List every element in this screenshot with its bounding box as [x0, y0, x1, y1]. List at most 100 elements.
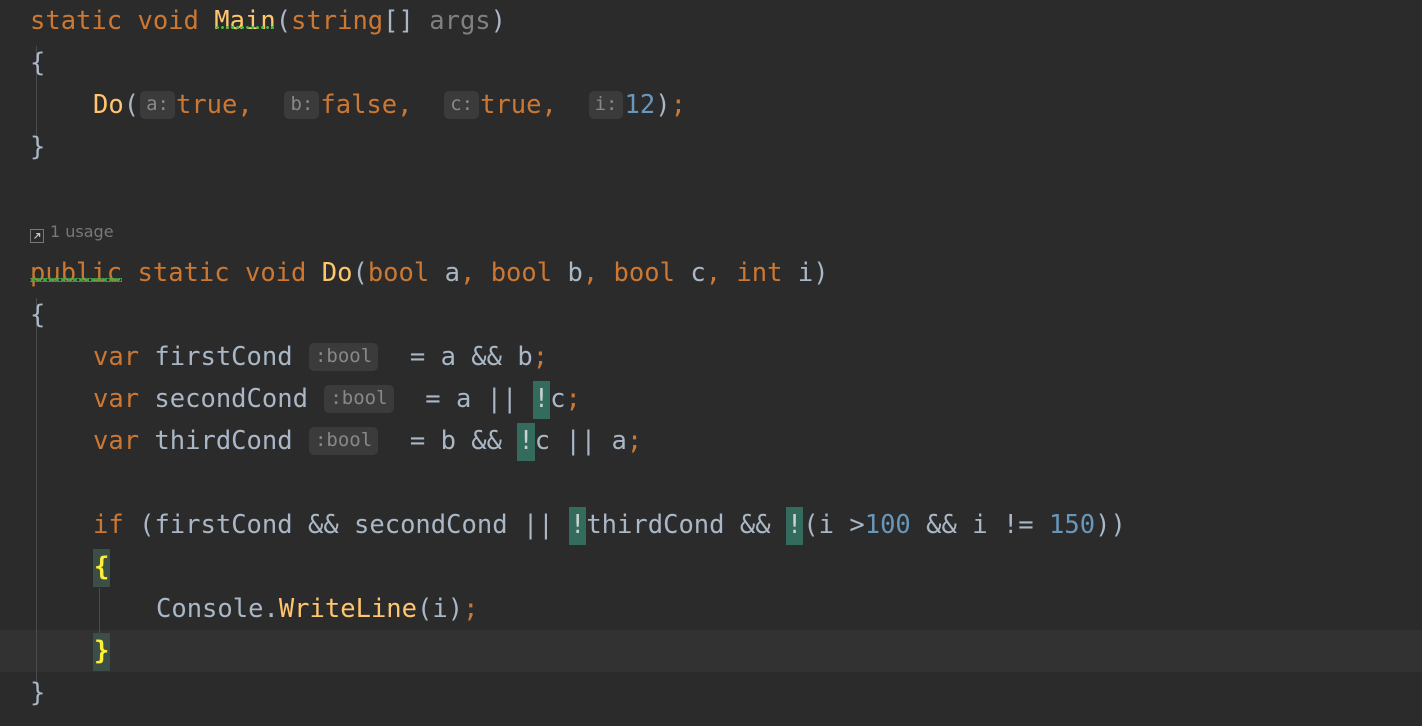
keyword-var: var [93, 384, 140, 414]
expression-firstcond: a && b [440, 342, 533, 372]
keyword-string: string [291, 6, 384, 36]
code-line-8: var firstCond :bool = a && b; [93, 336, 548, 378]
method-name-do: Do [321, 258, 353, 288]
keyword-var: var [93, 342, 140, 372]
param-hint-b[interactable]: b: [284, 91, 320, 119]
code-line-6: public static void Do(bool a, bool b, bo… [30, 252, 829, 294]
paren-open: ( [123, 90, 140, 120]
type-hint-secondcond[interactable]: :bool [324, 385, 394, 413]
code-line-15: } [93, 630, 111, 672]
method-writeline: WriteLine [278, 594, 417, 624]
variable-i: i [818, 510, 834, 540]
negation-operator-highlight: ! [517, 423, 535, 461]
keyword-var: var [93, 426, 140, 456]
assign-operator: = [409, 342, 426, 372]
method-name-main: Main [214, 6, 276, 36]
negation-operator-highlight-2: ! [785, 507, 804, 545]
variable-firstcond: firstCond [154, 342, 293, 372]
param-type-int-i: int [736, 258, 783, 288]
param-type-bool-b: bool [490, 258, 553, 288]
type-hint-firstcond[interactable]: :bool [308, 343, 379, 371]
code-line-3: Do(a: true, b: false, c: true, i: 12); [93, 84, 686, 126]
keyword-void: void [244, 258, 307, 288]
paren-open: ( [275, 6, 292, 36]
expression-lhs: b && [440, 426, 503, 456]
assign-operator: = [409, 426, 426, 456]
semicolon: ; [565, 384, 581, 414]
usage-count-label: 1 usage [50, 222, 114, 241]
and-operator: && [926, 510, 957, 540]
argument-i: i [432, 594, 448, 624]
semicolon: ; [626, 426, 643, 456]
code-line-4: } [30, 126, 45, 168]
keyword-if: if [93, 510, 124, 540]
type-hint-thirdcond[interactable]: :bool [308, 427, 379, 455]
semicolon: ; [463, 594, 479, 624]
literal-false-b: false [320, 90, 398, 120]
paren-open: ( [417, 594, 433, 624]
code-line-16: } [30, 672, 45, 714]
expression-rest: c || a [534, 426, 627, 456]
brace-close: } [30, 678, 46, 708]
comma: , [582, 258, 599, 288]
param-type-bool-a: bool [367, 258, 430, 288]
keyword-static: static [30, 6, 123, 36]
param-name-b: b [567, 258, 583, 288]
literal-true-a: true [175, 90, 238, 120]
literal-100: 100 [864, 510, 911, 540]
code-line-9: var secondCond :bool = a || !c; [93, 378, 581, 420]
expression-lhs: a || [455, 384, 518, 414]
condition-part-1: firstCond && secondCond || [154, 510, 554, 540]
paren-close: ) [490, 6, 507, 36]
keyword-static: static [137, 258, 230, 288]
semicolon: ; [532, 342, 549, 372]
caret-line-highlight [0, 630, 1422, 672]
param-hint-c[interactable]: c: [444, 91, 480, 119]
param-name-a: a [444, 258, 460, 288]
assign-operator: = [425, 384, 441, 414]
paren-open: ( [352, 258, 368, 288]
semicolon: ; [670, 90, 686, 120]
literal-true-c: true [480, 90, 542, 120]
usage-inlay-hint[interactable]: 1 usage [30, 219, 114, 245]
keyword-public: public [30, 258, 123, 288]
param-name-i: i [797, 258, 814, 288]
literal-150: 150 [1049, 510, 1096, 540]
param-hint-a[interactable]: a: [140, 91, 175, 119]
brace-open: { [30, 300, 46, 330]
not-equal-operator: != [1002, 510, 1034, 540]
code-line-14: Console.WriteLine(i); [156, 588, 478, 630]
param-hint-i[interactable]: i: [588, 91, 624, 119]
code-editor[interactable]: static void Main(string[] args) { Do(a: t… [0, 0, 1422, 726]
matching-brace-close-highlight: } [93, 633, 111, 671]
parameter-args: args [429, 6, 491, 36]
operand-c: c [550, 384, 566, 414]
comma: , [459, 258, 476, 288]
brace-close: } [30, 132, 46, 162]
